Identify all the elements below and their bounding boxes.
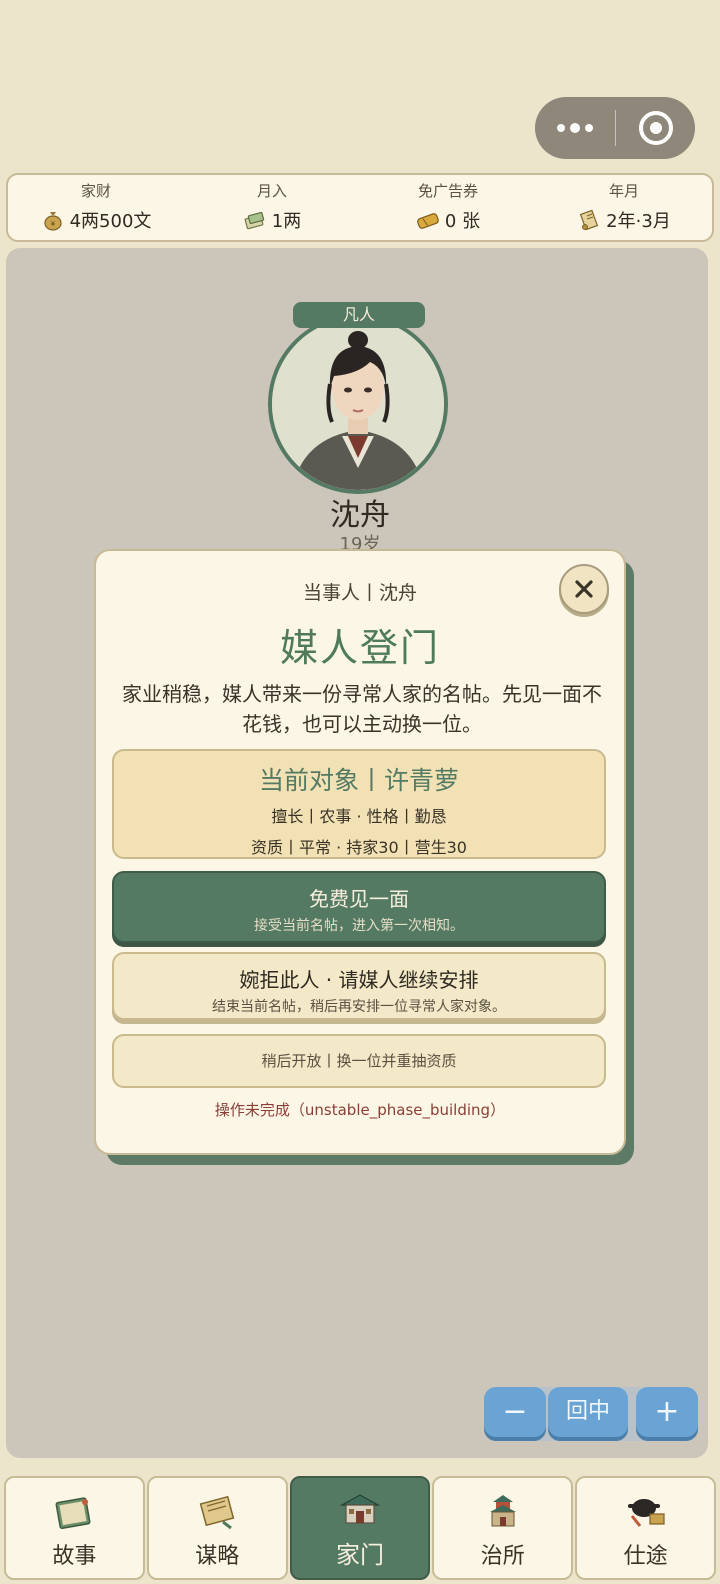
current-target-card: 当前对象丨许青萝 擅长丨农事 · 性格丨勤恳 资质丨平常 · 持家30丨营生30	[112, 749, 606, 859]
bottom-nav: 故事 谋略 家门 治所 仕途	[4, 1476, 716, 1580]
dialog-title: 媒人登门	[279, 626, 440, 670]
meet-free-button[interactable]: 免费见一面 接受当前名帖，进入第一次相知。	[112, 871, 606, 943]
tab-label: 故事	[52, 1544, 97, 1569]
stat-income: 月入 1两	[184, 175, 360, 240]
stat-label: 月入	[256, 182, 287, 200]
tab-label: 仕途	[623, 1544, 668, 1569]
stat-wealth: 家财 ¥ 4两500文	[8, 175, 184, 240]
more-options-icon[interactable]	[535, 97, 615, 159]
zoom-out-button[interactable]: −	[484, 1387, 546, 1437]
reroll-button[interactable]: 稍后开放丨换一位并重抽资质	[112, 1034, 606, 1088]
svg-text:¥: ¥	[50, 220, 55, 228]
house-icon	[339, 1494, 381, 1524]
money-notes-icon	[244, 211, 264, 230]
money-bag-icon: ¥	[43, 212, 62, 231]
strategy-scroll-icon	[199, 1495, 235, 1530]
close-button[interactable]	[559, 564, 609, 614]
button-label: 婉拒此人 · 请媒人继续安排	[239, 968, 479, 992]
stat-label: 家财	[80, 182, 111, 200]
stat-value: 4两500文	[69, 211, 152, 232]
stat-value: 0 张	[444, 211, 481, 232]
stat-ad-ticket: 免广告券 0 张	[360, 175, 536, 240]
decline-button[interactable]: 婉拒此人 · 请媒人继续安排 结束当前名帖，稍后再安排一位寻常人家对象。	[112, 952, 606, 1020]
target-attributes: 资质丨平常 · 持家30丨营生30	[251, 838, 467, 857]
tab-label: 治所	[480, 1544, 525, 1569]
zoom-in-button[interactable]: +	[636, 1387, 698, 1437]
tab-office[interactable]: 治所	[432, 1476, 574, 1580]
stat-date: 年月 2年·3月	[536, 175, 712, 240]
close-miniprogram-icon[interactable]	[616, 97, 695, 159]
button-sublabel: 接受当前名帖，进入第一次相知。	[254, 918, 464, 934]
character-avatar	[272, 318, 444, 490]
tab-label: 谋略	[195, 1544, 240, 1569]
official-hat-icon	[627, 1499, 665, 1527]
stat-label: 免广告券	[417, 182, 478, 200]
dialog-subject: 当事人丨沈舟	[302, 582, 417, 604]
scroll-icon	[580, 209, 599, 231]
character-name: 沈舟	[330, 498, 390, 533]
stat-label: 年月	[608, 182, 639, 200]
tab-strategy[interactable]: 谋略	[146, 1476, 288, 1580]
tab-label: 家门	[335, 1541, 384, 1569]
target-title: 当前对象丨许青萝	[258, 766, 459, 795]
stat-value: 1两	[271, 211, 302, 232]
tower-icon	[489, 1495, 516, 1527]
story-book-icon	[55, 1497, 91, 1530]
dialog-description: 家业稍稳，媒人带来一份寻常人家的名帖。先见一面不花钱，也可以主动换一位。	[122, 682, 602, 736]
tab-family[interactable]: 家门	[289, 1476, 431, 1580]
target-traits: 擅长丨农事 · 性格丨勤恳	[271, 807, 447, 826]
tab-story[interactable]: 故事	[4, 1476, 145, 1580]
miniprogram-capsule	[535, 97, 695, 159]
close-icon	[575, 580, 593, 598]
ticket-icon	[417, 213, 439, 229]
recenter-button[interactable]: 回中	[548, 1387, 628, 1437]
character-portrait[interactable]	[268, 314, 448, 494]
matchmaker-dialog: 当事人丨沈舟 媒人登门 家业稍稳，媒人带来一份寻常人家的名帖。先见一面不花钱，也…	[94, 549, 626, 1155]
status-message: 操作未完成（unstable_phase_building）	[214, 1101, 506, 1119]
button-label: 免费见一面	[309, 887, 409, 911]
resource-stats-bar: 家财 ¥ 4两500文 月入 1两 免广告券 0 张 年月 2年·3月	[6, 173, 714, 242]
button-sublabel: 结束当前名帖，稍后再安排一位寻常人家对象。	[212, 999, 506, 1015]
tab-career[interactable]: 仕途	[575, 1476, 716, 1580]
rank-badge: 凡人	[293, 302, 425, 328]
stat-value: 2年·3月	[606, 211, 671, 232]
